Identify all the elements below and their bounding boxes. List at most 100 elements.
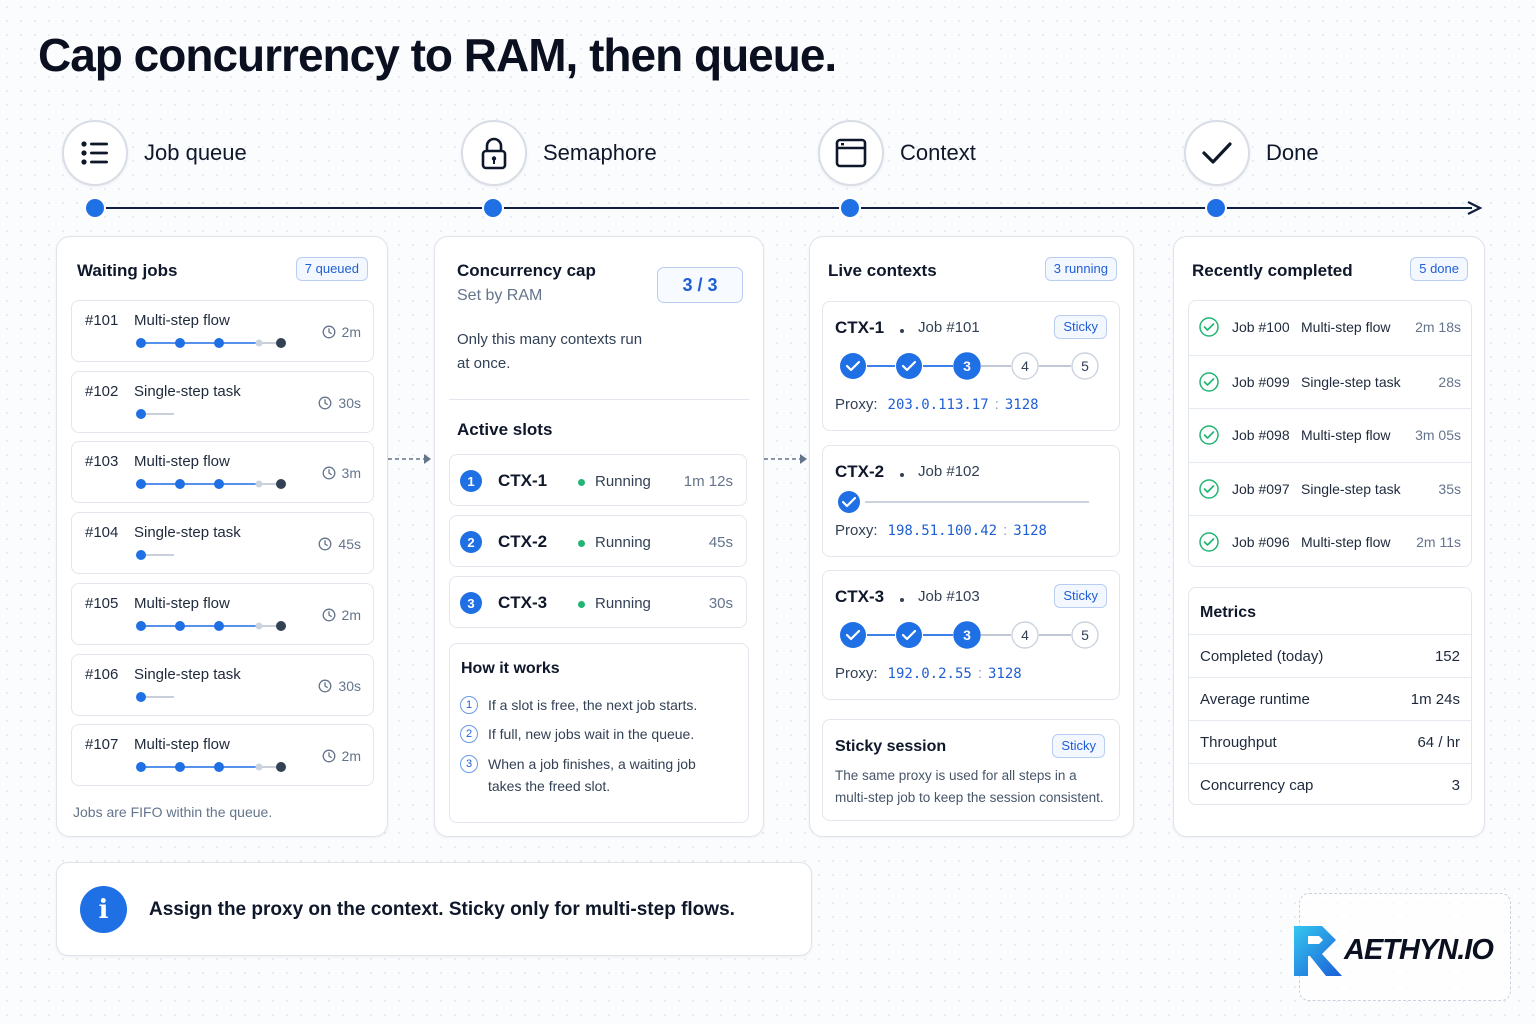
job-estimate: 2m [322, 607, 361, 623]
sticky-badge: Sticky [1054, 315, 1107, 339]
context-job: Job #102 [918, 463, 980, 480]
job-estimate: 2m [322, 748, 361, 764]
list-icon [62, 120, 128, 186]
metric-label: Throughput [1200, 734, 1277, 751]
context-name: CTX-2 [835, 462, 885, 481]
separator-dot [900, 473, 904, 477]
completed-runtime: 2m 18s [1415, 319, 1461, 335]
job-estimate-value: 2m [341, 748, 361, 765]
step-progress [136, 550, 174, 561]
step-dot [214, 620, 224, 631]
clock-icon [318, 679, 332, 692]
slot-row: 3 CTX-3 Running 30s [449, 576, 747, 628]
step-progress: 3 4 5 [840, 621, 1099, 649]
clock-icon [322, 325, 335, 339]
slot-runtime: 45s [708, 534, 733, 551]
completed-job-type: Multi-step flow [1301, 427, 1391, 443]
job-row: #103 Multi-step flow 3m [71, 441, 374, 504]
completed-runtime: 35s [1438, 480, 1461, 497]
job-estimate: 30s [318, 395, 361, 411]
how-step-number: 1 [460, 696, 478, 714]
step-dot [255, 622, 263, 630]
clock-icon [318, 537, 332, 551]
metric-row: Average runtime 1m 24s [1189, 677, 1471, 720]
completed-runtime: 3m 05s [1415, 427, 1461, 443]
how-step-text: If a slot is free, the next job starts. [488, 697, 698, 713]
job-estimate-value: 30s [338, 677, 361, 694]
section-title: Metrics [1200, 604, 1257, 621]
timeline-node [86, 199, 104, 217]
divider [449, 399, 749, 400]
metric-row: Concurrency cap 3 [1189, 763, 1471, 804]
step-progress [136, 338, 286, 348]
job-estimate-value: 2m [341, 324, 361, 340]
metric-value: 64 / hr [1417, 734, 1460, 751]
slot-context-name: CTX-2 [498, 532, 548, 551]
context-name: CTX-1 [835, 318, 885, 337]
job-id: #105 [85, 594, 119, 612]
separator-dot [900, 598, 904, 602]
completed-job-id: Job #100 [1232, 319, 1290, 335]
step-dot [276, 338, 286, 348]
metric-row: Throughput 64 / hr [1189, 720, 1471, 763]
step-progress [136, 408, 174, 419]
step-dot [214, 479, 224, 490]
job-row: #102 Single-step task 30s [71, 370, 374, 433]
slot-row: 2 CTX-2 Running 45s [449, 515, 747, 567]
card-title: Recently completed [1192, 261, 1353, 280]
completed-job-id: Job #097 [1232, 480, 1290, 497]
cap-description: at once. [457, 355, 511, 372]
how-step: 1 If a slot is free, the next job starts. [460, 694, 730, 716]
clock-icon [322, 749, 335, 763]
page-title: Cap concurrency to RAM, then queue. [38, 29, 837, 81]
job-id: #104 [85, 524, 119, 542]
clock-icon [318, 396, 332, 410]
job-type: Single-step task [134, 382, 241, 400]
flow-arrow [764, 454, 807, 464]
flow-arrow [388, 454, 431, 464]
completed-job-id: Job #098 [1232, 427, 1290, 443]
completed-row: Job #099 Single-step task 28s [1189, 354, 1471, 408]
slot-status: Running [595, 595, 651, 612]
job-id: #103 [85, 453, 119, 471]
job-row: #104 Single-step task 45s [71, 512, 374, 575]
metric-row: Completed (today) 152 [1189, 634, 1471, 677]
timeline-node [841, 199, 859, 217]
step-dot [136, 620, 146, 631]
step-dot [214, 762, 224, 773]
completed-runtime: 28s [1438, 373, 1461, 390]
queue-footnote: Jobs are FIFO within the queue. [73, 804, 273, 820]
slot-status: Running [595, 473, 651, 490]
completed-job-type: Single-step task [1301, 480, 1401, 497]
context-card: CTX-3 Job #103 Sticky 3 4 5 Proxy: 192.0.2.55:3… [822, 570, 1120, 700]
completed-job-type: Single-step task [1301, 373, 1401, 390]
port-separator: : [977, 665, 982, 682]
step-dot [255, 339, 263, 347]
logo-text: AETHYN.IO [1344, 934, 1494, 966]
sticky-badge: Sticky [1052, 734, 1105, 758]
job-type: Multi-step flow [134, 594, 230, 612]
section-title: Sticky session [835, 738, 947, 755]
job-estimate: 30s [318, 678, 361, 694]
metric-value: 1m 24s [1410, 691, 1460, 708]
how-step-text: When a job finishes, a waiting job takes… [488, 756, 696, 794]
running-badge: 3 running [1044, 257, 1117, 281]
proxy-ip: 198.51.100.42 [887, 523, 998, 539]
job-estimate-value: 2m [341, 606, 361, 623]
card-title: Waiting jobs [77, 261, 178, 280]
card-title: Concurrency cap [457, 261, 596, 280]
slot-number: 2 [460, 531, 482, 553]
section-title: Active slots [457, 420, 553, 439]
slot-runtime: 30s [708, 595, 733, 612]
section-title: How it works [461, 660, 560, 677]
step-progress: 3 4 5 [840, 352, 1099, 380]
step-dot [136, 762, 146, 773]
step-dot [136, 550, 146, 561]
step-dot [136, 479, 146, 490]
slot-row: 1 CTX-1 Running 1m 12s [449, 454, 747, 506]
step-dot [276, 479, 286, 490]
job-id: #106 [85, 665, 119, 683]
step-progress [136, 762, 286, 773]
step-complete [840, 353, 866, 379]
proxy-line: Proxy: 198.51.100.42:3128 [835, 522, 1047, 539]
